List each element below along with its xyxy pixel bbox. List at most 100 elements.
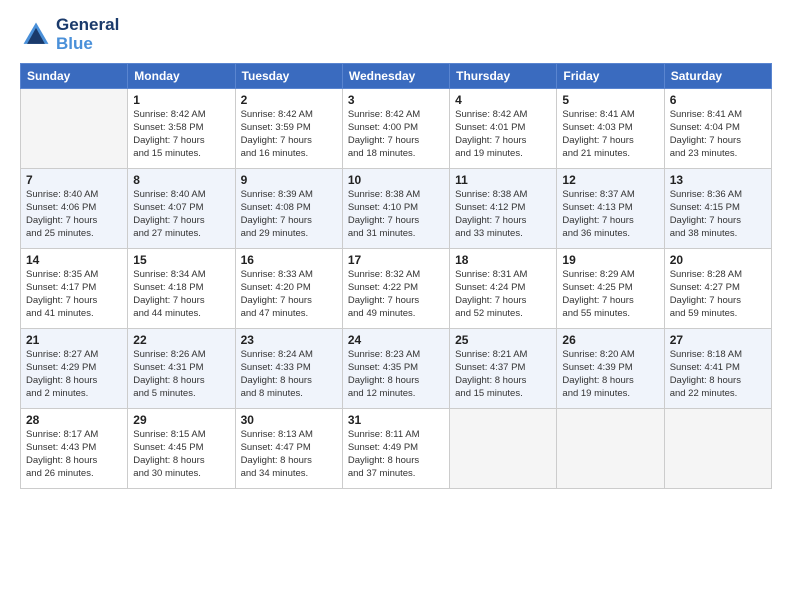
calendar-cell: 23Sunrise: 8:24 AM Sunset: 4:33 PM Dayli… bbox=[235, 329, 342, 409]
day-info: Sunrise: 8:28 AM Sunset: 4:27 PM Dayligh… bbox=[670, 269, 766, 320]
day-info: Sunrise: 8:41 AM Sunset: 4:04 PM Dayligh… bbox=[670, 109, 766, 160]
day-number: 12 bbox=[562, 173, 658, 187]
day-info: Sunrise: 8:42 AM Sunset: 3:59 PM Dayligh… bbox=[241, 109, 337, 160]
col-header-saturday: Saturday bbox=[664, 64, 771, 89]
day-number: 3 bbox=[348, 93, 444, 107]
calendar-cell: 13Sunrise: 8:36 AM Sunset: 4:15 PM Dayli… bbox=[664, 169, 771, 249]
calendar-cell: 6 Sunrise: 8:41 AM Sunset: 4:04 PM Daylig… bbox=[664, 89, 771, 169]
col-header-wednesday: Wednesday bbox=[342, 64, 449, 89]
day-info: Sunrise: 8:38 AM Sunset: 4:12 PM Dayligh… bbox=[455, 189, 551, 240]
day-number: 31 bbox=[348, 413, 444, 427]
day-info: Sunrise: 8:37 AM Sunset: 4:13 PM Dayligh… bbox=[562, 189, 658, 240]
calendar-cell: 21Sunrise: 8:27 AM Sunset: 4:29 PM Dayli… bbox=[21, 329, 128, 409]
col-header-tuesday: Tuesday bbox=[235, 64, 342, 89]
day-info: Sunrise: 8:33 AM Sunset: 4:20 PM Dayligh… bbox=[241, 269, 337, 320]
calendar-cell: 7 Sunrise: 8:40 AM Sunset: 4:06 PM Daylig… bbox=[21, 169, 128, 249]
logo-text: General Blue bbox=[56, 16, 119, 53]
day-info: Sunrise: 8:40 AM Sunset: 4:06 PM Dayligh… bbox=[26, 189, 122, 240]
calendar-cell: 8Sunrise: 8:40 AM Sunset: 4:07 PM Daylig… bbox=[128, 169, 235, 249]
day-number: 15 bbox=[133, 253, 229, 267]
day-info: Sunrise: 8:42 AM Sunset: 4:00 PM Dayligh… bbox=[348, 109, 444, 160]
day-number: 28 bbox=[26, 413, 122, 427]
calendar-cell: 4Sunrise: 8:42 AM Sunset: 4:01 PM Daylig… bbox=[450, 89, 557, 169]
day-info: Sunrise: 8:41 AM Sunset: 4:03 PM Dayligh… bbox=[562, 109, 658, 160]
week-row-3: 14 Sunrise: 8:35 AM Sunset: 4:17 PM Dayli… bbox=[21, 249, 772, 329]
day-number: 1 bbox=[133, 93, 229, 107]
calendar-cell: 30 Sunrise: 8:13 AM Sunset: 4:47 PM Dayli… bbox=[235, 409, 342, 489]
calendar-cell: 1 Sunrise: 8:42 AM Sunset: 3:58 PM Daylig… bbox=[128, 89, 235, 169]
day-info: Sunrise: 8:26 AM Sunset: 4:31 PM Dayligh… bbox=[133, 349, 229, 400]
calendar-cell: 16Sunrise: 8:33 AM Sunset: 4:20 PM Dayli… bbox=[235, 249, 342, 329]
calendar-cell: 29 Sunrise: 8:15 AM Sunset: 4:45 PM Dayli… bbox=[128, 409, 235, 489]
day-info: Sunrise: 8:42 AM Sunset: 3:58 PM Dayligh… bbox=[133, 109, 229, 160]
week-row-1: 1 Sunrise: 8:42 AM Sunset: 3:58 PM Daylig… bbox=[21, 89, 772, 169]
col-header-thursday: Thursday bbox=[450, 64, 557, 89]
calendar-cell: 22 Sunrise: 8:26 AM Sunset: 4:31 PM Dayli… bbox=[128, 329, 235, 409]
calendar-table: SundayMondayTuesdayWednesdayThursdayFrid… bbox=[20, 63, 772, 489]
calendar-cell: 19Sunrise: 8:29 AM Sunset: 4:25 PM Dayli… bbox=[557, 249, 664, 329]
calendar-cell: 24 Sunrise: 8:23 AM Sunset: 4:35 PM Dayli… bbox=[342, 329, 449, 409]
week-row-5: 28 Sunrise: 8:17 AM Sunset: 4:43 PM Dayli… bbox=[21, 409, 772, 489]
calendar-cell: 10 Sunrise: 8:38 AM Sunset: 4:10 PM Dayli… bbox=[342, 169, 449, 249]
calendar-cell bbox=[450, 409, 557, 489]
day-number: 19 bbox=[562, 253, 658, 267]
day-info: Sunrise: 8:38 AM Sunset: 4:10 PM Dayligh… bbox=[348, 189, 444, 240]
day-number: 21 bbox=[26, 333, 122, 347]
day-number: 7 bbox=[26, 173, 122, 187]
calendar-cell: 15 Sunrise: 8:34 AM Sunset: 4:18 PM Dayli… bbox=[128, 249, 235, 329]
day-info: Sunrise: 8:17 AM Sunset: 4:43 PM Dayligh… bbox=[26, 429, 122, 480]
day-info: Sunrise: 8:18 AM Sunset: 4:41 PM Dayligh… bbox=[670, 349, 766, 400]
calendar-cell: 20 Sunrise: 8:28 AM Sunset: 4:27 PM Dayli… bbox=[664, 249, 771, 329]
calendar-cell: 9 Sunrise: 8:39 AM Sunset: 4:08 PM Daylig… bbox=[235, 169, 342, 249]
calendar-cell: 3 Sunrise: 8:42 AM Sunset: 4:00 PM Daylig… bbox=[342, 89, 449, 169]
calendar-cell: 14 Sunrise: 8:35 AM Sunset: 4:17 PM Dayli… bbox=[21, 249, 128, 329]
day-number: 30 bbox=[241, 413, 337, 427]
calendar-cell: 12 Sunrise: 8:37 AM Sunset: 4:13 PM Dayli… bbox=[557, 169, 664, 249]
day-number: 14 bbox=[26, 253, 122, 267]
day-number: 23 bbox=[241, 333, 337, 347]
day-number: 2 bbox=[241, 93, 337, 107]
calendar-cell bbox=[664, 409, 771, 489]
day-info: Sunrise: 8:23 AM Sunset: 4:35 PM Dayligh… bbox=[348, 349, 444, 400]
day-number: 13 bbox=[670, 173, 766, 187]
col-header-monday: Monday bbox=[128, 64, 235, 89]
day-number: 18 bbox=[455, 253, 551, 267]
col-header-sunday: Sunday bbox=[21, 64, 128, 89]
day-info: Sunrise: 8:35 AM Sunset: 4:17 PM Dayligh… bbox=[26, 269, 122, 320]
day-number: 27 bbox=[670, 333, 766, 347]
day-info: Sunrise: 8:15 AM Sunset: 4:45 PM Dayligh… bbox=[133, 429, 229, 480]
day-number: 10 bbox=[348, 173, 444, 187]
calendar-cell: 17Sunrise: 8:32 AM Sunset: 4:22 PM Dayli… bbox=[342, 249, 449, 329]
day-number: 25 bbox=[455, 333, 551, 347]
day-number: 4 bbox=[455, 93, 551, 107]
calendar-cell: 28 Sunrise: 8:17 AM Sunset: 4:43 PM Dayli… bbox=[21, 409, 128, 489]
day-number: 22 bbox=[133, 333, 229, 347]
day-info: Sunrise: 8:13 AM Sunset: 4:47 PM Dayligh… bbox=[241, 429, 337, 480]
calendar-cell: 26Sunrise: 8:20 AM Sunset: 4:39 PM Dayli… bbox=[557, 329, 664, 409]
day-info: Sunrise: 8:34 AM Sunset: 4:18 PM Dayligh… bbox=[133, 269, 229, 320]
week-row-4: 21Sunrise: 8:27 AM Sunset: 4:29 PM Dayli… bbox=[21, 329, 772, 409]
calendar-cell bbox=[21, 89, 128, 169]
day-number: 5 bbox=[562, 93, 658, 107]
logo-icon bbox=[20, 19, 52, 51]
day-number: 8 bbox=[133, 173, 229, 187]
day-number: 9 bbox=[241, 173, 337, 187]
day-number: 24 bbox=[348, 333, 444, 347]
calendar-cell: 18Sunrise: 8:31 AM Sunset: 4:24 PM Dayli… bbox=[450, 249, 557, 329]
calendar-cell: 27 Sunrise: 8:18 AM Sunset: 4:41 PM Dayli… bbox=[664, 329, 771, 409]
calendar-cell: 31 Sunrise: 8:11 AM Sunset: 4:49 PM Dayli… bbox=[342, 409, 449, 489]
day-number: 17 bbox=[348, 253, 444, 267]
day-number: 20 bbox=[670, 253, 766, 267]
day-number: 6 bbox=[670, 93, 766, 107]
week-row-2: 7 Sunrise: 8:40 AM Sunset: 4:06 PM Daylig… bbox=[21, 169, 772, 249]
day-number: 26 bbox=[562, 333, 658, 347]
day-info: Sunrise: 8:11 AM Sunset: 4:49 PM Dayligh… bbox=[348, 429, 444, 480]
day-info: Sunrise: 8:39 AM Sunset: 4:08 PM Dayligh… bbox=[241, 189, 337, 240]
calendar-cell: 2 Sunrise: 8:42 AM Sunset: 3:59 PM Daylig… bbox=[235, 89, 342, 169]
day-info: Sunrise: 8:21 AM Sunset: 4:37 PM Dayligh… bbox=[455, 349, 551, 400]
page: General Blue SundayMondayTuesdayWednesda… bbox=[0, 0, 792, 612]
calendar-cell: 25 Sunrise: 8:21 AM Sunset: 4:37 PM Dayli… bbox=[450, 329, 557, 409]
day-number: 29 bbox=[133, 413, 229, 427]
header: General Blue bbox=[20, 16, 772, 53]
col-header-friday: Friday bbox=[557, 64, 664, 89]
